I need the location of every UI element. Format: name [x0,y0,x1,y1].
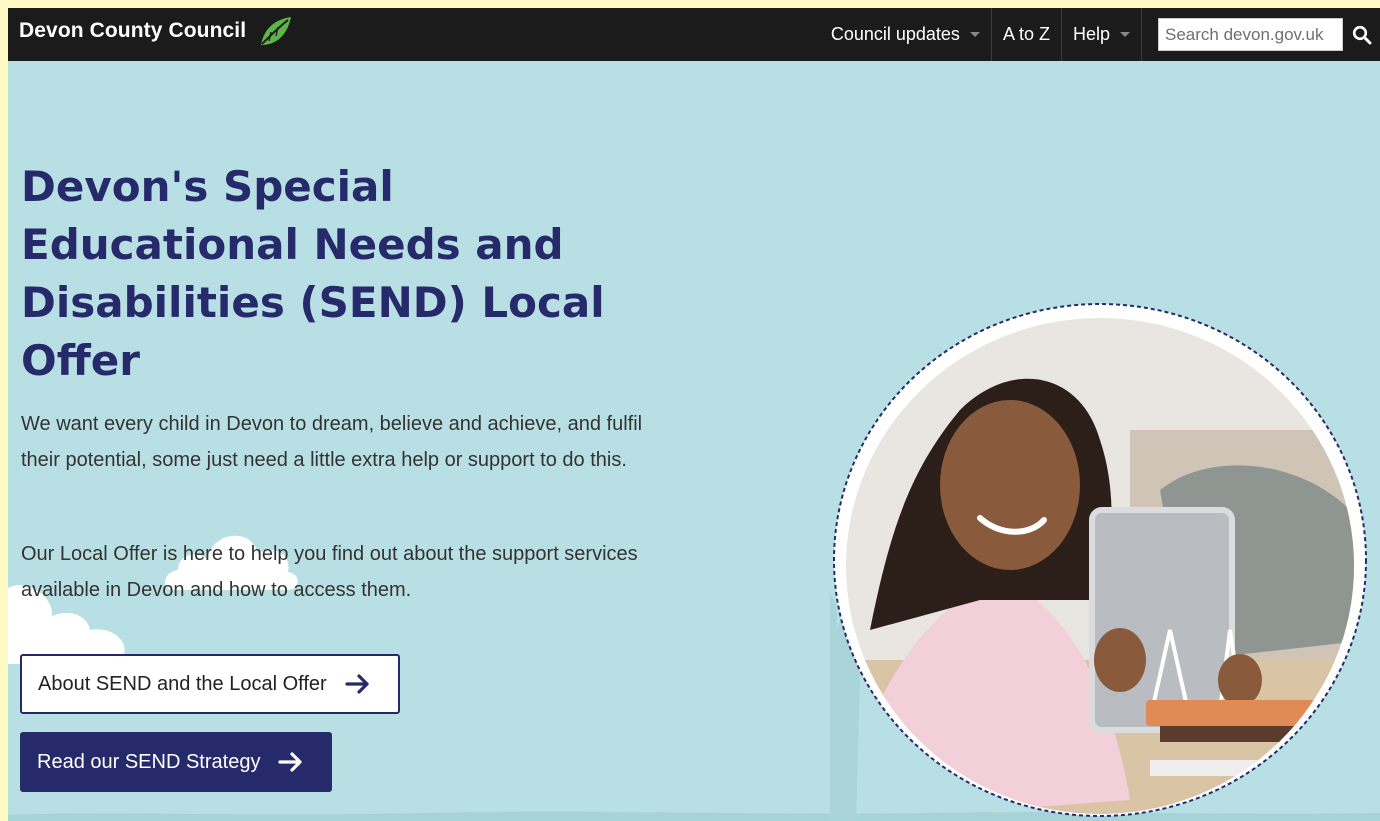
arrow-right-icon [278,751,304,773]
send-strategy-button[interactable]: Read our SEND Strategy [20,732,332,792]
nav-help-label: Help [1072,24,1110,44]
nav-help[interactable]: Help [1062,8,1141,61]
nav-a-to-z-label: A to Z [1002,24,1050,44]
nav-divider [1141,8,1142,61]
intro-paragraph: We want every child in Devon to dream, b… [21,413,643,471]
hero-photo [830,303,1367,821]
arrow-right-icon [345,673,371,695]
page-title: Devon's Special Educational Needs and Di… [21,162,605,385]
nav-council-updates[interactable]: Council updates [820,8,991,61]
about-send-button[interactable]: About SEND and the Local Offer [20,654,400,714]
search-icon [1352,25,1371,44]
nav-a-to-z[interactable]: A to Z [992,8,1061,61]
page-frame: Devon County Council Council updates A t… [8,8,1380,821]
chevron-down-icon [1120,32,1130,37]
search-input[interactable] [1165,24,1341,45]
nav-council-updates-label: Council updates [830,24,960,44]
search-button[interactable] [1343,8,1380,61]
leaf-icon [261,17,291,45]
send-strategy-button-label: Read our SEND Strategy [37,750,261,773]
search-box [1158,18,1343,51]
about-send-button-label: About SEND and the Local Offer [38,672,327,695]
brand-name: Devon County Council [19,19,247,42]
local-offer-paragraph: Our Local Offer is here to help you find… [21,543,638,601]
chevron-down-icon [969,32,980,37]
site-header: Devon County Council Council updates A t… [8,8,1380,61]
main-nav: Council updates A to Z Help [820,8,1380,61]
brand-logo-link[interactable]: Devon County Council [19,19,246,43]
